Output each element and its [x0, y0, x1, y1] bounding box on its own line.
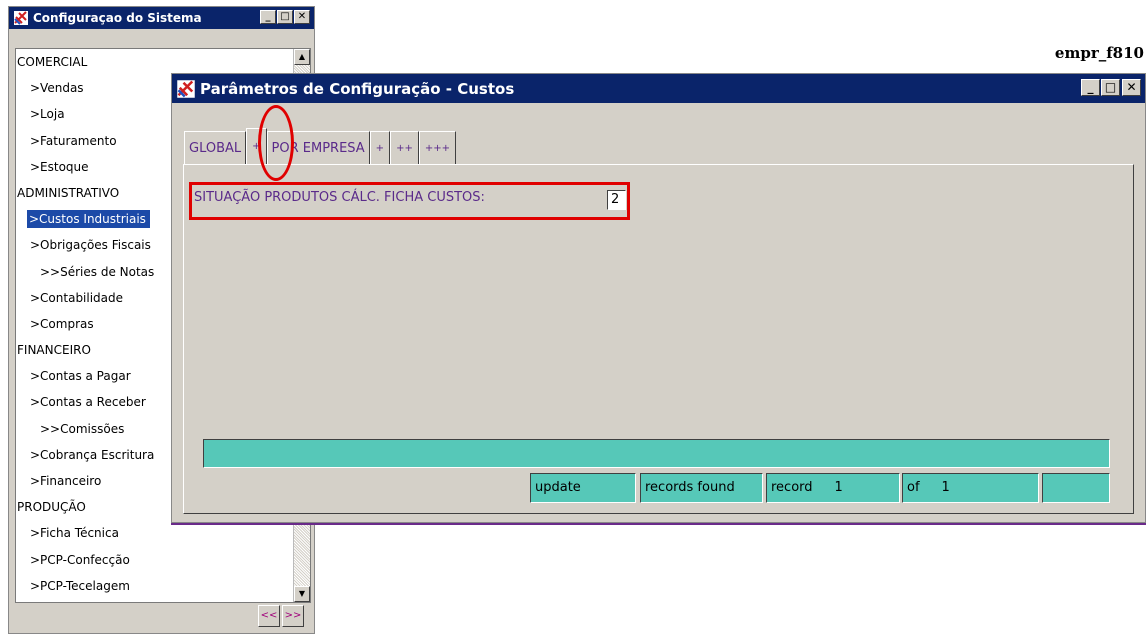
menu-item-label: >PCP-Confecção [30, 552, 130, 567]
status-of: of 1 [902, 473, 1039, 503]
menu-item-label: >PCP-Tecelagem [30, 578, 130, 593]
minimize-button[interactable]: _ [1081, 79, 1100, 96]
menu-item-label: >Ficha Técnica [30, 526, 119, 541]
app-icon [176, 79, 196, 99]
menu-item-label: ADMINISTRATIVO [17, 185, 120, 200]
menu-item-label: >Estoque [30, 159, 89, 174]
tab-plus[interactable]: + [369, 131, 391, 164]
menu-item[interactable]: COMERCIAL [16, 49, 310, 75]
message-bar [203, 439, 1110, 468]
status-records-found: records found [640, 473, 763, 503]
window-bottom-border [171, 523, 1146, 525]
scroll-down-icon[interactable]: ▼ [294, 586, 310, 602]
status-of-label: of [907, 480, 920, 495]
menu-item-label: >Compras [30, 316, 94, 331]
menu-item-label: >Contas a Receber [30, 395, 146, 410]
status-record: record 1 [766, 473, 900, 503]
app-icon [13, 10, 29, 26]
form-id-label: empr_f810 [1054, 44, 1144, 62]
cost-params-window: Parâmetros de Configuração - Custos _ □ … [171, 73, 1146, 525]
maximize-button[interactable]: □ [277, 10, 293, 24]
field-highlight-box [189, 182, 630, 220]
tab-global[interactable]: GLOBAL [184, 131, 247, 164]
tab-bar: GLOBAL + POR EMPRESA + ++ +++ [184, 128, 456, 164]
menu-item[interactable]: >PCP-Confecção [16, 547, 310, 573]
close-button[interactable]: ✕ [1122, 79, 1141, 96]
menu-item-label: FINANCEIRO [17, 343, 91, 358]
menu-item-label: >Contabilidade [30, 290, 124, 305]
close-button[interactable]: ✕ [294, 10, 310, 24]
system-config-titlebar[interactable]: Configuraçao do Sistema _ □ ✕ [9, 7, 314, 29]
menu-item-label: COMERCIAL [17, 55, 88, 69]
tab-plus-plus[interactable]: ++ [390, 131, 419, 164]
menu-item[interactable]: >PCP-Tecelagem [16, 573, 310, 599]
tab-highlight-circle [258, 105, 294, 181]
menu-item-label: >Contas a Pagar [30, 369, 131, 384]
menu-item-label: >Financeiro [30, 474, 102, 488]
menu-item-label: >Custos Industriais [26, 209, 151, 230]
menu-item-label: >Vendas [30, 81, 84, 96]
maximize-button[interactable]: □ [1101, 79, 1120, 96]
menu-item-label: >Faturamento [30, 133, 117, 148]
status-mode: update [530, 473, 636, 503]
system-config-title: Configuraçao do Sistema [33, 11, 202, 25]
nav-prev-button[interactable]: << [258, 605, 280, 627]
minimize-button[interactable]: _ [260, 10, 276, 24]
cost-params-titlebar[interactable]: Parâmetros de Configuração - Custos _ □ … [172, 74, 1145, 103]
menu-item-label: >Obrigações Fiscais [30, 238, 151, 253]
status-extra [1042, 473, 1110, 503]
scroll-up-icon[interactable]: ▲ [294, 49, 310, 65]
menu-item-label: PRODUÇÃO [17, 500, 86, 515]
menu-item-label: >>Séries de Notas [40, 264, 155, 279]
cost-params-title: Parâmetros de Configuração - Custos [200, 79, 515, 98]
status-of-value: 1 [941, 480, 950, 495]
tab-plus-plus-plus[interactable]: +++ [418, 131, 456, 164]
menu-item-label: >>Comissões [40, 421, 125, 436]
status-record-label: record [771, 480, 813, 495]
nav-next-button[interactable]: >> [282, 605, 304, 627]
status-record-value: 1 [834, 480, 843, 495]
menu-item-label: >Cobrança Escritura [30, 447, 155, 462]
menu-item-label: >Loja [30, 107, 65, 122]
